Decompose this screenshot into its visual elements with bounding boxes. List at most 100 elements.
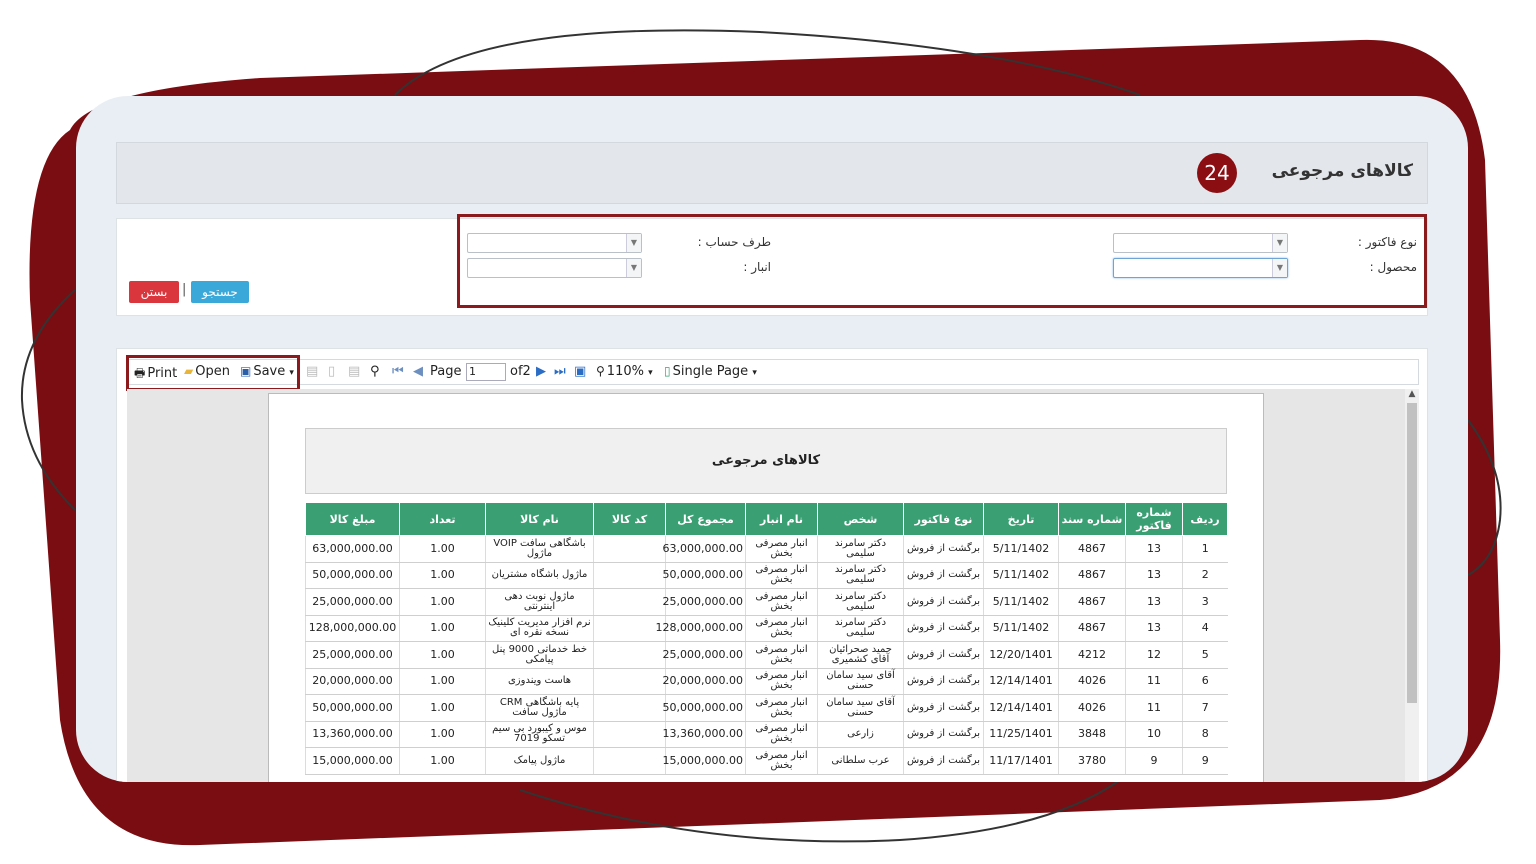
column-header: تعداد bbox=[399, 502, 486, 536]
table-cell: 50,000,000.00 bbox=[305, 694, 400, 722]
table-cell bbox=[593, 641, 666, 669]
table-cell: 11/25/1401 bbox=[983, 721, 1059, 748]
table-cell: انبار مصرفی بخش bbox=[745, 562, 818, 589]
table-cell: 2 bbox=[1182, 562, 1228, 589]
table-cell: 15,000,000.00 bbox=[305, 747, 400, 775]
page-count: of2 bbox=[510, 364, 531, 379]
page-icon: ▯ bbox=[664, 364, 671, 378]
table-row: 4 13 4867 5/11/1402 برگشت از فروش دکتر سامرند… bbox=[305, 615, 1228, 642]
table-cell: برگشت از فروش bbox=[903, 615, 984, 642]
copy-icon[interactable]: ▤ bbox=[348, 364, 360, 379]
chevron-down-icon[interactable]: ▼ bbox=[626, 259, 641, 277]
vertical-scrollbar[interactable]: ▲ bbox=[1405, 389, 1419, 782]
warehouse-select[interactable]: ▼ bbox=[467, 258, 642, 278]
clipboard-icon[interactable]: ▯ bbox=[328, 364, 335, 379]
table-cell bbox=[593, 694, 666, 722]
table-cell: انبار مصرفی بخش bbox=[745, 668, 818, 695]
page-number-input[interactable]: 1 bbox=[466, 363, 506, 381]
export-icon[interactable]: ▤ bbox=[306, 364, 318, 379]
report-page: کالاهای مرجوعی ردیف شماره فاکتور شماره سند… bbox=[268, 393, 1264, 782]
fullscreen-icon[interactable]: ▣ bbox=[574, 364, 586, 379]
table-cell: 25,000,000.00 bbox=[663, 641, 746, 669]
table-row: 3 13 4867 5/11/1402 برگشت از فروش دکتر سامرند… bbox=[305, 588, 1228, 616]
table-cell: 11/17/1401 bbox=[983, 747, 1059, 775]
warehouse-label: انبار : bbox=[743, 260, 771, 274]
view-mode-dropdown[interactable]: ▯ Single Page ▾ bbox=[664, 364, 757, 379]
page-title: کالاهای مرجوعی bbox=[1271, 161, 1413, 181]
search-button[interactable]: جستجو bbox=[191, 281, 249, 303]
table-cell bbox=[593, 535, 666, 563]
next-page-icon[interactable]: ▶ bbox=[536, 364, 546, 379]
table-cell: 4867 bbox=[1058, 615, 1126, 642]
table-cell: 20,000,000.00 bbox=[663, 668, 746, 695]
table-cell: 25,000,000.00 bbox=[305, 588, 400, 616]
column-header: تاریخ bbox=[983, 502, 1059, 536]
table-cell: 5/11/1402 bbox=[983, 535, 1059, 563]
table-cell: ماژول پیامک bbox=[485, 747, 594, 775]
table-cell: 1.00 bbox=[399, 641, 486, 669]
step-badge: 24 bbox=[1197, 153, 1237, 193]
chevron-down-icon[interactable]: ▼ bbox=[1272, 234, 1287, 252]
table-cell: 5 bbox=[1182, 641, 1228, 669]
invoice-type-label: نوع فاکتور : bbox=[1357, 235, 1417, 249]
table-cell: 11 bbox=[1125, 668, 1183, 695]
table-cell: 4867 bbox=[1058, 588, 1126, 616]
table-row: 8 10 3848 11/25/1401 برگشت از فروش زارعی انبار… bbox=[305, 721, 1228, 748]
table-cell: 10 bbox=[1125, 721, 1183, 748]
invoice-type-select[interactable]: ▼ bbox=[1113, 233, 1288, 253]
table-cell: آقای سید سامان حسنی bbox=[817, 694, 904, 722]
table-cell: 12/14/1401 bbox=[983, 668, 1059, 695]
close-button[interactable]: بستن bbox=[129, 281, 179, 303]
table-cell: 20,000,000.00 bbox=[305, 668, 400, 695]
product-select[interactable]: ▼ bbox=[1113, 258, 1288, 278]
table-cell: 9 bbox=[1125, 747, 1183, 775]
report-viewer: 🖶 Print ▰ Open ▣ Save ▾ ▤ ▯ ▤ ⚲ ⏮ ◀ Page 1 … bbox=[116, 348, 1428, 782]
table-cell: برگشت از فروش bbox=[903, 641, 984, 669]
account-select[interactable]: ▼ bbox=[467, 233, 642, 253]
open-button[interactable]: ▰ Open bbox=[184, 364, 230, 379]
table-cell: 128,000,000.00 bbox=[305, 615, 400, 642]
last-page-icon[interactable]: ⏭ bbox=[554, 364, 566, 379]
table-cell: 50,000,000.00 bbox=[305, 562, 400, 589]
table-cell: 13 bbox=[1125, 562, 1183, 589]
find-icon[interactable]: ⚲ bbox=[370, 364, 380, 379]
table-cell: برگشت از فروش bbox=[903, 562, 984, 589]
column-header: نام کالا bbox=[485, 502, 594, 536]
table-cell: 25,000,000.00 bbox=[663, 588, 746, 616]
chevron-down-icon[interactable]: ▼ bbox=[626, 234, 641, 252]
table-cell bbox=[593, 721, 666, 748]
filter-panel: نوع فاکتور : ▼ محصول : ▼ طرف حساب : ▼ ان… bbox=[116, 214, 1428, 316]
table-cell: برگشت از فروش bbox=[903, 747, 984, 775]
column-header: شخص bbox=[817, 502, 904, 536]
table-cell: موس و کیبورد بی سیم تسکو 7019 bbox=[485, 721, 594, 748]
table-cell: برگشت از فروش bbox=[903, 588, 984, 616]
print-button[interactable]: 🖶 Print bbox=[134, 364, 177, 385]
table-cell: انبار مصرفی بخش bbox=[745, 615, 818, 642]
first-page-icon[interactable]: ⏮ bbox=[392, 364, 404, 379]
table-cell: 8 bbox=[1182, 721, 1228, 748]
table-cell: برگشت از فروش bbox=[903, 694, 984, 722]
table-cell: 5/11/1402 bbox=[983, 588, 1059, 616]
chevron-up-icon[interactable]: ▲ bbox=[1405, 389, 1419, 401]
chevron-down-icon[interactable]: ▼ bbox=[1272, 259, 1287, 277]
column-header: مبلغ کالا bbox=[305, 502, 400, 536]
chevron-down-icon: ▾ bbox=[289, 368, 294, 378]
table-body: 1 13 4867 5/11/1402 برگشت از فروش دکتر سامرند… bbox=[305, 535, 1228, 775]
table-cell: 63,000,000.00 bbox=[663, 535, 746, 563]
table-cell: 1.00 bbox=[399, 747, 486, 775]
scrollbar-thumb[interactable] bbox=[1407, 403, 1417, 703]
table-cell: خط خدماتی 9000 پنل پیامکی bbox=[485, 641, 594, 669]
table-cell: انبار مصرفی بخش bbox=[745, 641, 818, 669]
table-cell: حمید صحرائیان آقای کشمیری bbox=[817, 641, 904, 669]
table-cell: 4026 bbox=[1058, 668, 1126, 695]
zoom-dropdown[interactable]: ⚲ 110% ▾ bbox=[596, 364, 653, 379]
save-button[interactable]: ▣ Save ▾ bbox=[240, 364, 294, 379]
prev-page-icon[interactable]: ◀ bbox=[413, 364, 423, 379]
table-cell: 1.00 bbox=[399, 562, 486, 589]
table-cell: 13 bbox=[1125, 615, 1183, 642]
button-separator: | bbox=[182, 282, 187, 297]
table-cell: 7 bbox=[1182, 694, 1228, 722]
table-cell: انبار مصرفی بخش bbox=[745, 535, 818, 563]
table-cell: 12/14/1401 bbox=[983, 694, 1059, 722]
page-header: کالاهای مرجوعی 24 bbox=[116, 142, 1428, 204]
